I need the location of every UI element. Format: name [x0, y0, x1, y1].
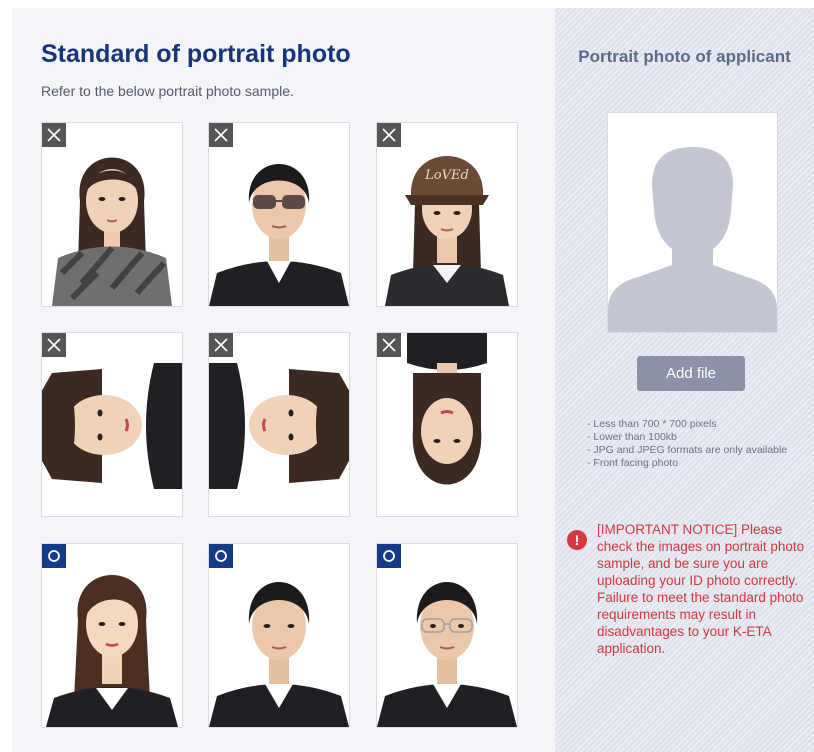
requirement-item: - Lower than 100kb — [587, 431, 677, 443]
portrait-upload-panel: Standard of portrait photo Refer to the … — [0, 0, 814, 752]
important-notice: [IMPORTANT NOTICE] Please check the imag… — [597, 522, 805, 656]
photo-requirements-list: - Less than 700 * 700 pixels - Lower tha… — [587, 418, 792, 470]
sample-photo-upside-down — [376, 332, 518, 517]
person-scarf-image — [52, 157, 172, 306]
person-correct-female-image — [46, 575, 178, 727]
person-placeholder-icon — [608, 147, 777, 332]
person-correct-glasses-image — [377, 582, 517, 727]
rejected-x-icon — [209, 123, 233, 147]
sample-photo-sunglasses — [208, 122, 350, 307]
rejected-x-icon — [42, 123, 66, 147]
section-subtitle: Refer to the below portrait photo sample… — [41, 83, 294, 99]
sample-photo-rotated-left — [208, 332, 350, 517]
sample-photo-cap: LoVEd — [376, 122, 518, 307]
rejected-x-icon — [42, 333, 66, 357]
requirement-item: - Front facing photo — [587, 457, 679, 469]
sample-photo-correct-male — [208, 543, 350, 728]
rejected-x-icon — [377, 333, 401, 357]
accepted-circle-icon — [377, 544, 401, 568]
sample-photo-correct-glasses — [376, 543, 518, 728]
photo-standard-section: Standard of portrait photo Refer to the … — [12, 8, 555, 752]
person-sunglasses-image — [209, 164, 349, 306]
add-file-button[interactable]: Add file — [637, 356, 745, 391]
person-correct-male-image — [209, 582, 349, 727]
requirement-item: - JPG and JPEG formats are only availabl… — [587, 444, 788, 456]
rejected-x-icon — [209, 333, 233, 357]
accepted-circle-icon — [209, 544, 233, 568]
sample-photo-correct-female — [41, 543, 183, 728]
svg-text:LoVEd: LoVEd — [424, 168, 469, 183]
applicant-photo-section: Portrait photo of applicant Add file - L… — [555, 8, 814, 752]
person-cap-image: LoVEd — [385, 156, 509, 306]
applicant-photo-title: Portrait photo of applicant — [578, 47, 791, 66]
accepted-circle-icon — [42, 544, 66, 568]
person-upside-down-image — [407, 333, 487, 485]
section-title: Standard of portrait photo — [41, 40, 351, 68]
requirement-item: - Less than 700 * 700 pixels — [587, 418, 717, 430]
photo-preview-frame — [607, 112, 778, 333]
sample-photo-rotated-right — [41, 332, 183, 517]
rejected-x-icon — [377, 123, 401, 147]
person-rotated-right-image — [42, 363, 182, 489]
person-rotated-left-image — [209, 363, 349, 489]
sample-photo-scarf — [41, 122, 183, 307]
alert-icon: ! — [567, 530, 587, 550]
